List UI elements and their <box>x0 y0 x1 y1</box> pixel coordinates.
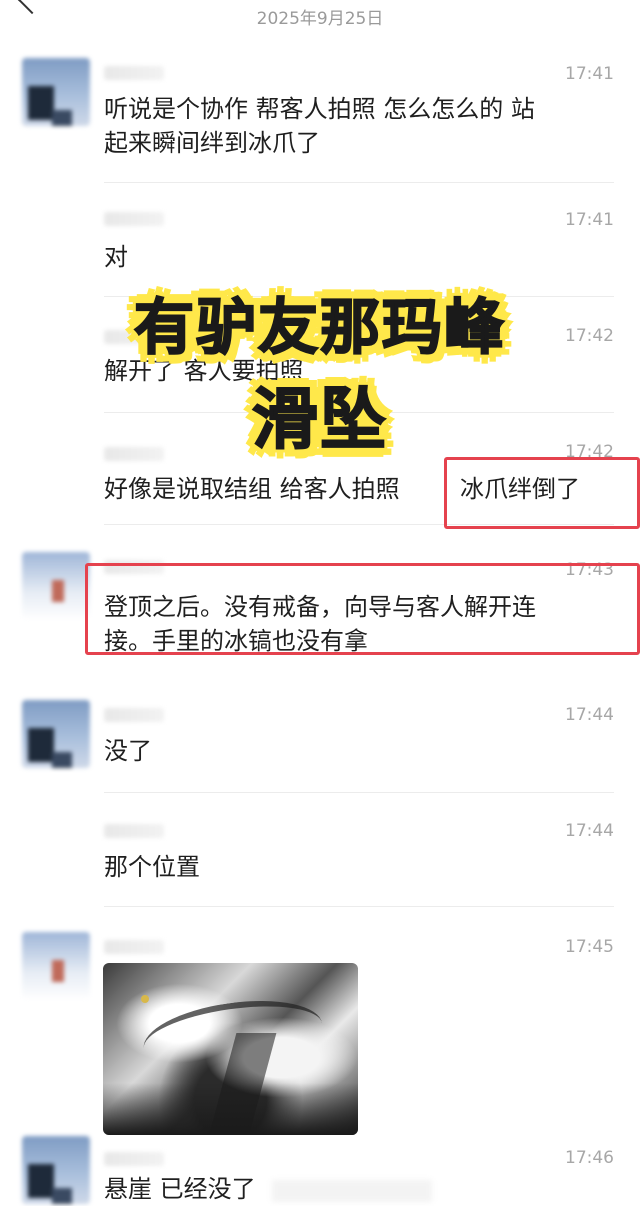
message-text: 那个位置 <box>104 853 200 881</box>
message-time: 17:45 <box>565 937 614 957</box>
avatar[interactable] <box>22 58 90 126</box>
message-time: 17:41 <box>565 210 614 230</box>
message-text: 好像是说取结组 给客人拍照 <box>104 475 400 503</box>
sender-name <box>104 824 164 838</box>
sender-name <box>104 940 164 954</box>
avatar[interactable] <box>22 552 90 620</box>
avatar[interactable] <box>22 700 90 768</box>
divider <box>104 792 614 793</box>
overlay-title-line2: 滑坠 <box>251 380 388 459</box>
avatar[interactable] <box>22 932 90 1000</box>
divider <box>104 182 614 183</box>
message-text: 对 <box>104 243 128 271</box>
message-text: 听说是个协作 帮客人拍照 怎么怎么的 站 起来瞬间绊到冰爪了 <box>104 95 535 157</box>
highlight-box <box>85 563 640 655</box>
mountain-photo[interactable] <box>103 963 358 1135</box>
message-time: 17:46 <box>565 1148 614 1168</box>
chat-date: 2025年9月25日 <box>256 9 384 29</box>
sender-name <box>104 66 164 80</box>
blur-cover <box>272 1180 432 1202</box>
overlay-title-line1: 有驴友那玛峰 <box>133 292 506 364</box>
highlight-box <box>444 457 640 529</box>
divider <box>104 906 614 907</box>
message-text: 没了 <box>104 737 152 765</box>
sender-name <box>104 1152 164 1166</box>
avatar[interactable] <box>22 1136 90 1204</box>
message-time: 17:41 <box>565 64 614 84</box>
message-time: 17:44 <box>565 821 614 841</box>
sender-name <box>104 212 164 226</box>
message-time: 17:44 <box>565 705 614 725</box>
sender-name <box>104 708 164 722</box>
